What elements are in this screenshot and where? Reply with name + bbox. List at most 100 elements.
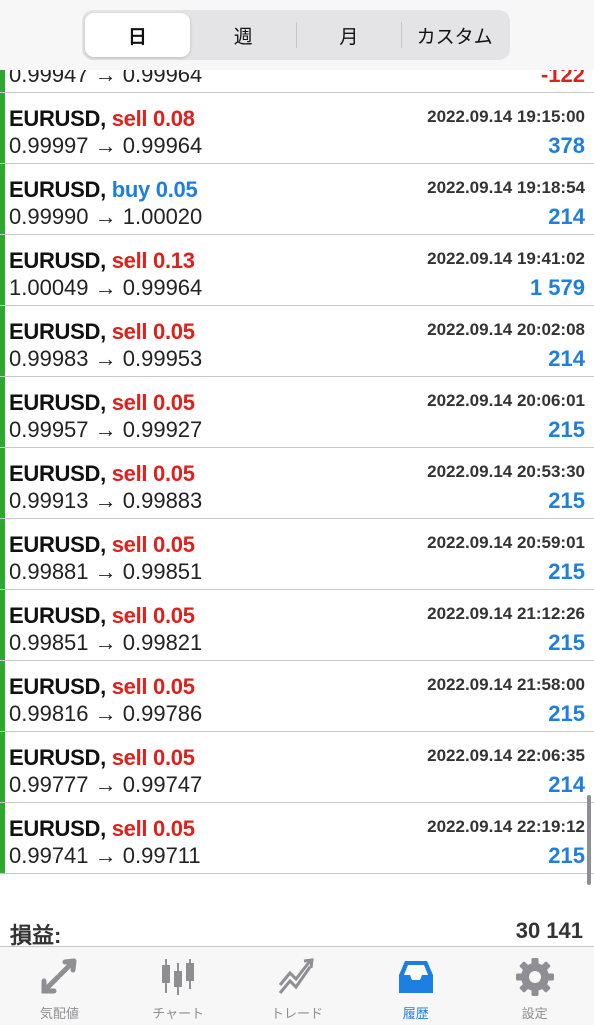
deal-title: EURUSD, sell 0.05 <box>9 390 195 416</box>
deal-title: EURUSD, sell 0.08 <box>9 106 195 132</box>
history-row[interactable]: EURUSD, sell 0.05 2022.09.14 20:02:08 0.99… <box>0 306 594 377</box>
deal-side: sell <box>111 816 148 841</box>
deal-title: EURUSD, sell 0.13 <box>9 248 195 274</box>
segment-day[interactable]: 日 <box>85 13 190 57</box>
deal-profit: 215 <box>548 417 585 442</box>
deal-time: 2022.09.14 21:58:00 <box>427 675 585 694</box>
deal-prices: 0.99851 → 0.99821 <box>9 630 203 655</box>
symbol: EURUSD, <box>9 603 106 628</box>
deal-time: 2022.09.14 19:41:02 <box>427 249 585 268</box>
deal-profit: 378 <box>548 133 585 158</box>
deal-volume: 0.05 <box>153 532 195 557</box>
trade-icon <box>278 958 314 994</box>
position-indicator-bar <box>0 661 5 731</box>
deal-title: EURUSD, sell 0.05 <box>9 674 195 700</box>
deal-title: EURUSD, sell 0.05 <box>9 532 195 558</box>
history-row[interactable]: EURUSD, buy 0.05 2022.09.14 19:18:54 0.999… <box>0 164 594 235</box>
history-row[interactable]: EURUSD, sell 0.05 2022.09.14 21:58:00 0.99… <box>0 661 594 732</box>
history-row[interactable]: EURUSD, sell 0.05 2022.09.14 21:12:26 0.99… <box>0 590 594 661</box>
tab-label: 設定 <box>521 1006 548 1021</box>
deal-volume: 0.05 <box>153 816 195 841</box>
deal-time: 2022.09.14 20:59:01 <box>427 533 585 552</box>
deal-volume: 0.08 <box>153 106 195 131</box>
scroll-indicator <box>587 795 591 885</box>
symbol: EURUSD, <box>9 319 106 344</box>
deal-prices: 0.99990 → 1.00020 <box>9 204 203 229</box>
position-indicator-bar <box>0 590 5 660</box>
deal-time: 2022.09.14 22:06:35 <box>427 746 585 765</box>
deal-title: EURUSD, sell 0.05 <box>9 461 195 487</box>
deal-side: sell <box>111 603 148 628</box>
tab-chart[interactable]: チャート <box>119 947 238 1025</box>
period-header: 日 週 月 カスタム <box>0 0 594 70</box>
deal-time: 2022.09.14 20:53:30 <box>427 462 585 481</box>
tab-quotes[interactable]: 気配値 <box>0 947 119 1025</box>
quotes-icon <box>41 958 77 994</box>
tab-trade[interactable]: トレード <box>238 947 357 1025</box>
position-indicator-bar <box>0 448 5 518</box>
deal-time: 2022.09.14 22:19:12 <box>427 817 585 836</box>
tab-label: トレード <box>270 1006 323 1021</box>
tab-label: 履歴 <box>402 1006 429 1021</box>
deal-volume: 0.05 <box>153 319 195 344</box>
deal-side: sell <box>111 390 148 415</box>
position-indicator-bar <box>0 164 5 234</box>
deal-profit: 214 <box>548 204 585 229</box>
deal-prices: 0.99983 → 0.99953 <box>9 346 203 371</box>
deal-volume: 0.13 <box>153 248 195 273</box>
segment-custom[interactable]: カスタム <box>402 13 507 57</box>
tab-history[interactable]: 履歴 <box>356 947 475 1025</box>
deal-side: sell <box>111 745 148 770</box>
symbol: EURUSD, <box>9 461 106 486</box>
deal-volume: 0.05 <box>153 461 195 486</box>
history-row[interactable]: EURUSD, sell 0.13 2022.09.14 19:41:02 1.00… <box>0 235 594 306</box>
deal-profit: 215 <box>548 488 585 513</box>
deal-title: EURUSD, sell 0.05 <box>9 603 195 629</box>
tab-label: チャート <box>152 1006 205 1021</box>
position-indicator-bar <box>0 306 5 376</box>
history-row[interactable]: EURUSD, sell 0.05 2022.09.14 20:59:01 0.99… <box>0 519 594 590</box>
symbol: EURUSD, <box>9 532 106 557</box>
deal-side: sell <box>111 106 148 131</box>
deal-prices: 0.99741 → 0.99711 <box>9 843 201 868</box>
tab-settings[interactable]: 設定 <box>475 947 594 1025</box>
deal-title: EURUSD, sell 0.05 <box>9 745 195 771</box>
position-indicator-bar <box>0 519 5 589</box>
history-row[interactable]: EURUSD, sell 0.08 2022.09.14 19:15:00 0.99… <box>0 93 594 164</box>
deal-time: 2022.09.14 21:12:26 <box>427 604 585 623</box>
deal-side: sell <box>111 532 148 557</box>
position-indicator-bar <box>0 803 5 873</box>
symbol: EURUSD, <box>9 816 106 841</box>
deal-profit: 214 <box>548 772 585 797</box>
symbol: EURUSD, <box>9 248 106 273</box>
deal-time: 2022.09.14 19:18:54 <box>427 178 585 197</box>
summary-row: 損益: 30 141 <box>0 906 594 950</box>
settings-icon <box>515 958 554 996</box>
chart-icon <box>162 959 195 995</box>
tab-label: 気配値 <box>39 1006 79 1021</box>
deal-volume: 0.05 <box>155 177 198 202</box>
deal-prices: 1.00049 → 0.99964 <box>9 275 203 300</box>
deal-title: EURUSD, buy 0.05 <box>9 177 198 203</box>
position-indicator-bar <box>0 377 5 447</box>
deal-side: sell <box>111 319 148 344</box>
deal-profit: 215 <box>548 559 585 584</box>
deal-prices: 0.99913 → 0.99883 <box>9 488 203 513</box>
deal-profit: 215 <box>548 843 585 868</box>
history-row[interactable]: EURUSD, sell 0.05 2022.09.14 20:06:01 0.99… <box>0 377 594 448</box>
deal-volume: 0.05 <box>153 745 195 770</box>
history-list[interactable]: EURUSD, sell 0.052022.09.14 19:09:210.99… <box>0 48 594 906</box>
deal-volume: 0.05 <box>153 603 195 628</box>
segment-week[interactable]: 週 <box>191 13 296 57</box>
history-row[interactable]: EURUSD, sell 0.05 2022.09.14 22:19:12 0.99… <box>0 803 594 874</box>
deal-prices: 0.99997 → 0.99964 <box>9 133 203 158</box>
symbol: EURUSD, <box>9 390 106 415</box>
history-row[interactable]: EURUSD, sell 0.05 2022.09.14 20:53:30 0.99… <box>0 448 594 519</box>
deal-prices: 0.99816 → 0.99786 <box>9 701 203 726</box>
period-segmented-control: 日 週 月 カスタム <box>82 10 510 60</box>
deal-side: buy <box>111 177 151 202</box>
deal-time: 2022.09.14 20:02:08 <box>427 320 585 339</box>
deal-title: EURUSD, sell 0.05 <box>9 816 195 842</box>
segment-month[interactable]: 月 <box>297 13 402 57</box>
history-row[interactable]: EURUSD, sell 0.05 2022.09.14 22:06:35 0.99… <box>0 732 594 803</box>
